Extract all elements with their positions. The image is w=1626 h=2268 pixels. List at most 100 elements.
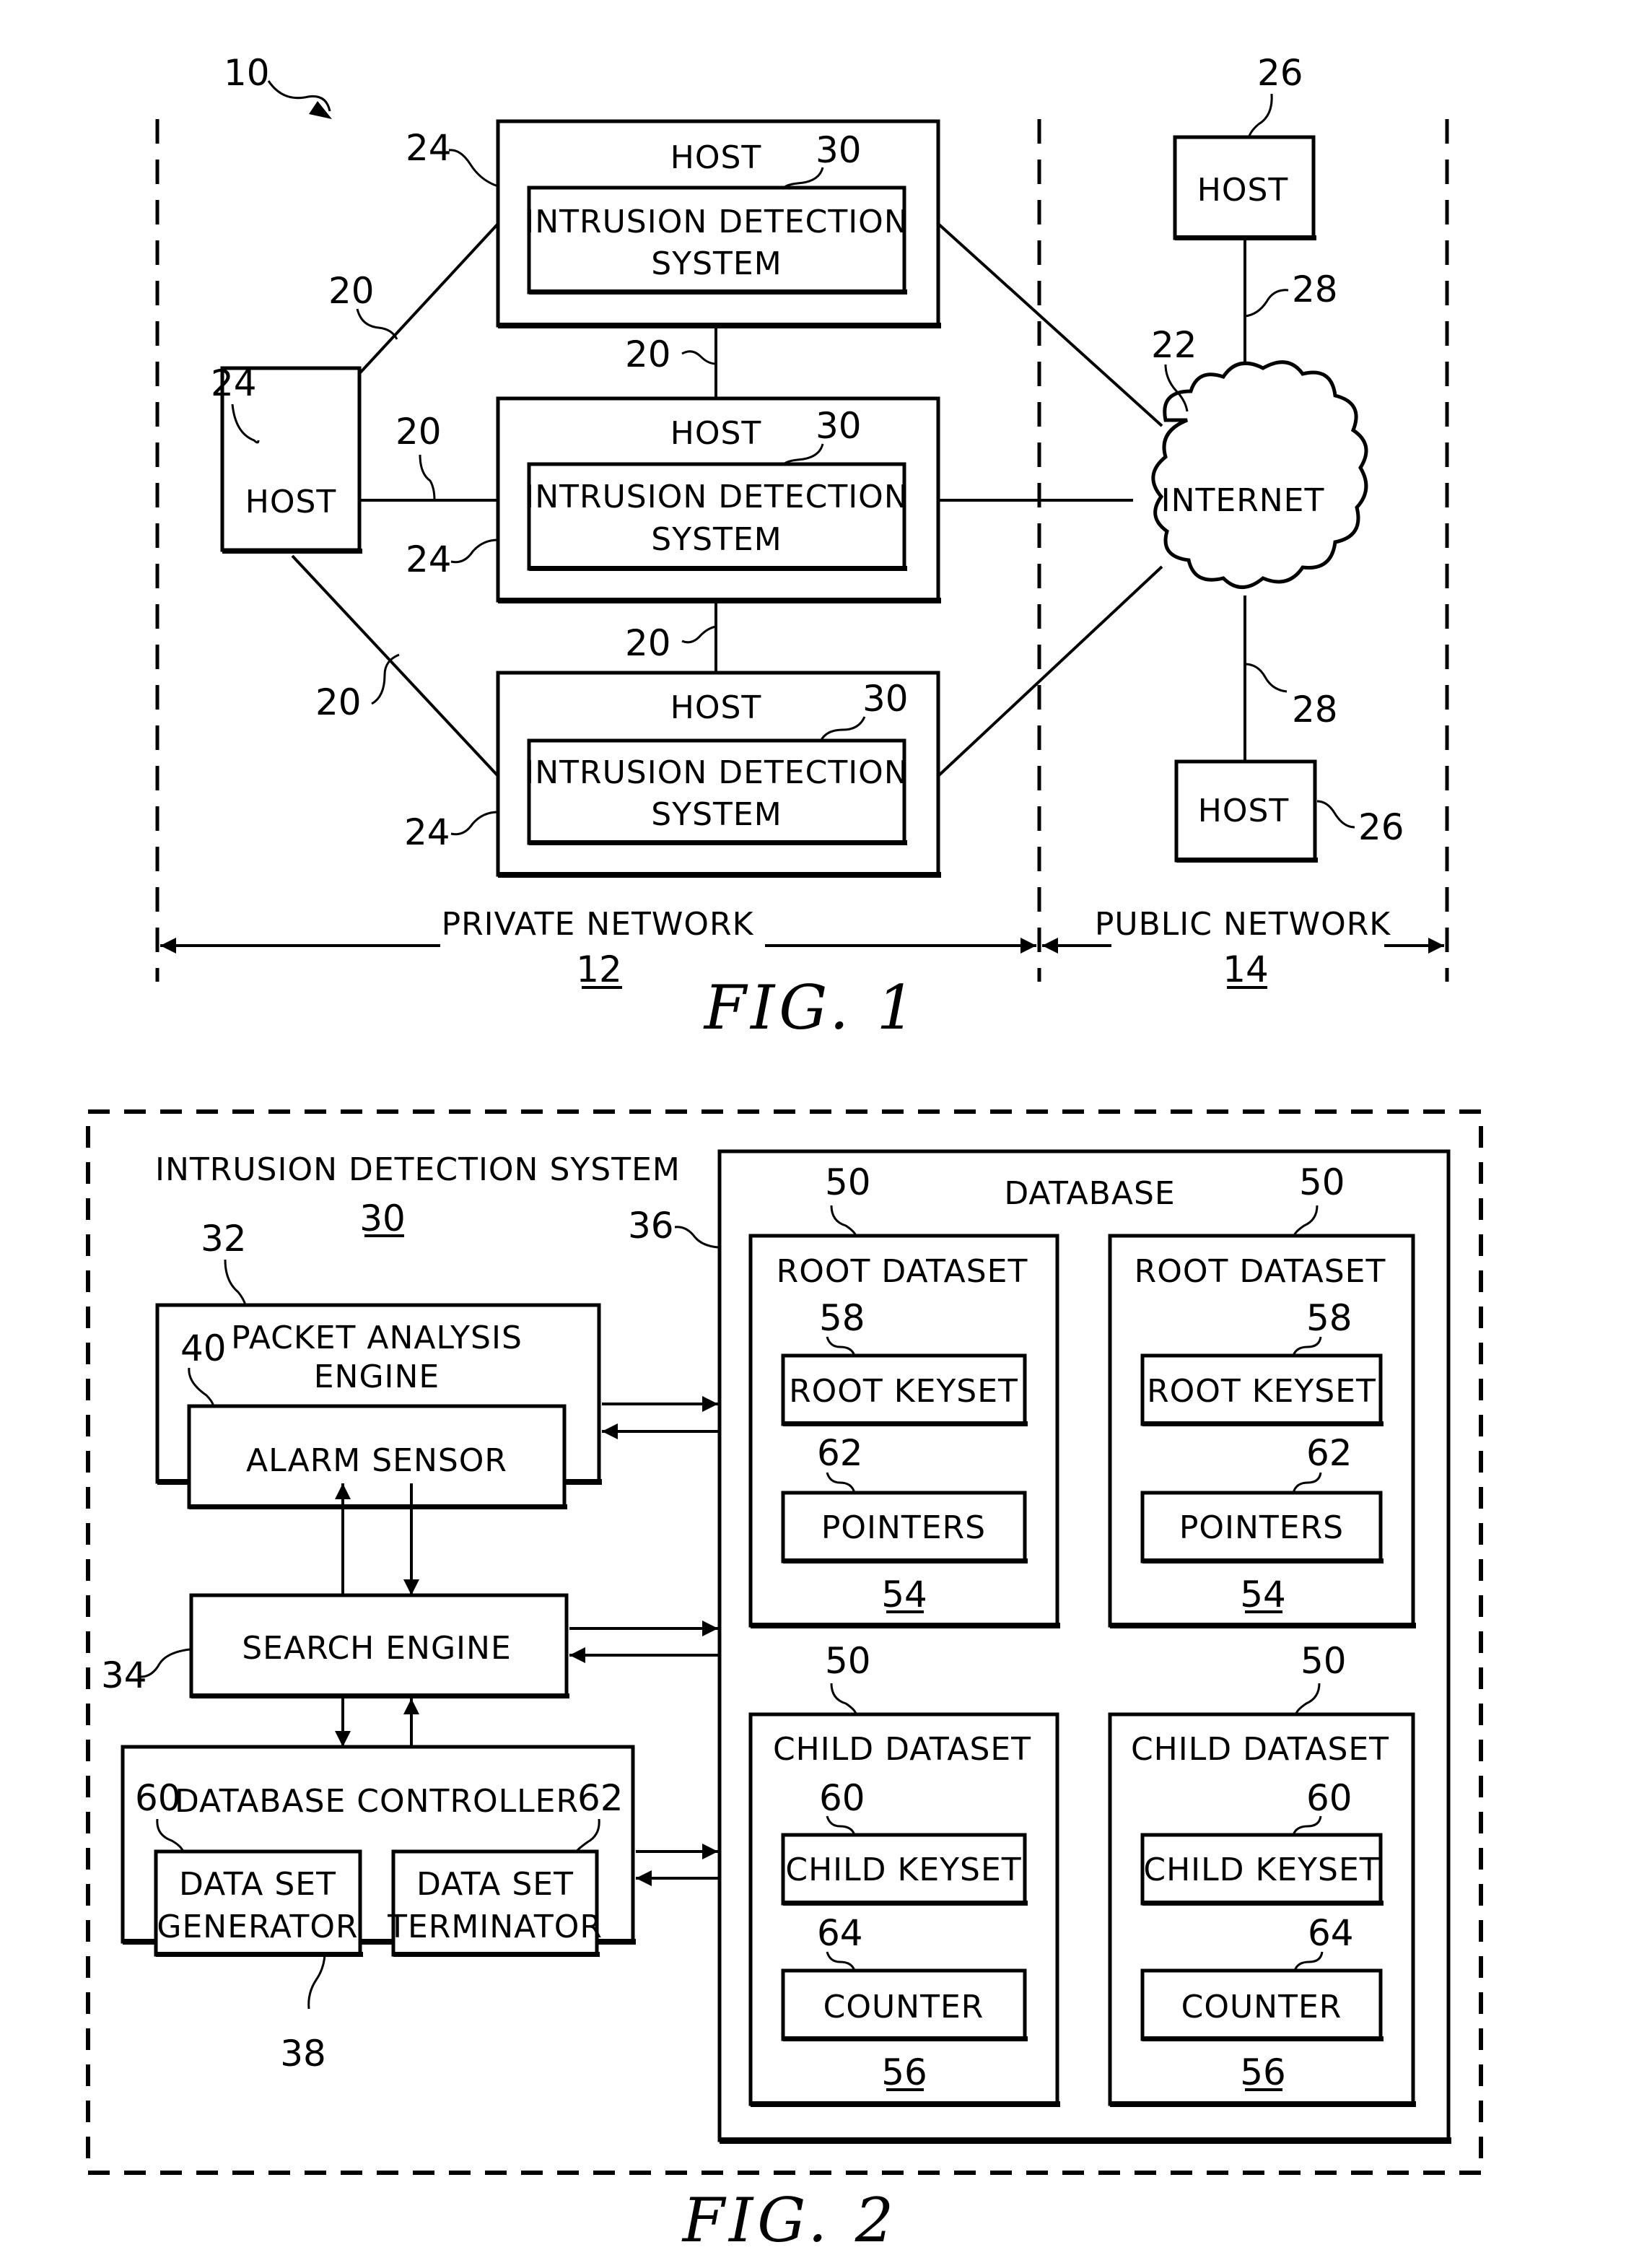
figure-2: INTRUSION DETECTION SYSTEM 30 PACKET ANA… <box>86 1109 1483 2256</box>
public-host-ref: 26 <box>1257 52 1303 94</box>
figure-1-caption: FIG. 1 <box>703 972 919 1043</box>
root-keyset-label: ROOT KEYSET <box>789 1373 1018 1410</box>
public-host-label: HOST <box>1197 172 1289 209</box>
packet-engine-ref-leader <box>224 1259 247 1306</box>
left-host-label: HOST <box>245 484 337 520</box>
child-keyset-ref: 60 <box>819 1777 865 1819</box>
root-dataset-label: ROOT DATASET <box>1135 1253 1386 1290</box>
terminator-line1: DATA SET <box>416 1866 574 1903</box>
packet-engine-line2: ENGINE <box>314 1358 440 1395</box>
generator-line1: DATA SET <box>179 1866 336 1903</box>
host-ref-leader <box>450 538 499 564</box>
private-host-1: HOST INTRUSION DETECTION SYSTEM 30 24 <box>406 119 941 328</box>
public-link-ref: 28 <box>1292 689 1338 730</box>
packet-engine-ref: 32 <box>201 1218 247 1260</box>
internet-label: INTERNET <box>1161 482 1325 519</box>
child-keyset-label: CHILD KEYSET <box>1143 1852 1379 1888</box>
search-engine-ref: 34 <box>101 1654 147 1696</box>
host-ref-leader <box>450 811 499 836</box>
database-ref-leader <box>674 1226 719 1249</box>
ids-title: INTRUSION DETECTION SYSTEM <box>155 1151 681 1188</box>
search-engine-ref-leader <box>140 1648 191 1678</box>
link-ref-leader <box>419 454 436 501</box>
internet-ref: 22 <box>1151 324 1197 366</box>
public-host-ref: 26 <box>1358 806 1404 848</box>
pointers-label: POINTERS <box>821 1509 986 1546</box>
packet-engine-line1: PACKET ANALYSIS <box>231 1320 523 1356</box>
root-keyset-ref: 58 <box>819 1297 865 1339</box>
host-ref-leader <box>448 149 499 188</box>
search-engine: SEARCH ENGINE 34 <box>101 1593 569 1698</box>
ids-label-line1: INTRUSION DETECTION <box>525 479 908 515</box>
link-ref: 20 <box>328 270 375 312</box>
link-ref: 20 <box>625 333 671 375</box>
database-controller-ref: 38 <box>280 2033 326 2075</box>
root-dataset-ref: 50 <box>825 1161 871 1203</box>
left-host: HOST 24 <box>211 362 362 554</box>
database-controller-label: DATABASE CONTROLLER <box>175 1783 579 1820</box>
link-left-to-host-3 <box>291 554 499 777</box>
ids-label-line2: SYSTEM <box>651 796 782 833</box>
generator-line2: GENERATOR <box>157 1909 358 1945</box>
packet-analysis-engine: PACKET ANALYSIS ENGINE 32 ALARM SENSOR 4… <box>155 1218 602 1509</box>
link-ref-leader <box>681 625 717 644</box>
host-ref: 24 <box>406 127 452 169</box>
ids-ref: 30 <box>862 678 909 720</box>
left-host-ref: 24 <box>211 362 257 404</box>
public-link-ref: 28 <box>1292 269 1338 310</box>
root-dataset-label: ROOT DATASET <box>777 1253 1028 1290</box>
database-ref: 36 <box>628 1205 674 1247</box>
root-keyset-ref: 58 <box>1306 1297 1352 1339</box>
child-dataset-ref: 50 <box>1301 1640 1347 1682</box>
link-ref-leader <box>356 308 398 340</box>
root-dataset-id: 54 <box>881 1574 927 1615</box>
counter-ref: 64 <box>1308 1912 1354 1954</box>
root-dataset-id: 54 <box>1240 1574 1286 1615</box>
alarm-sensor-label: ALARM SENSOR <box>246 1442 507 1479</box>
internet-cloud: INTERNET 22 <box>1151 324 1368 589</box>
child-dataset-label: CHILD DATASET <box>773 1731 1031 1768</box>
figure-1: 10 HOST 24 HOST INTRUSION DETECTION SYST… <box>155 52 1449 1043</box>
child-keyset-ref: 60 <box>1306 1777 1352 1819</box>
ref-10: 10 <box>224 52 270 94</box>
counter-label: COUNTER <box>1181 1989 1342 2025</box>
host-ref: 24 <box>404 811 450 853</box>
host-label: HOST <box>670 139 762 176</box>
child-dataset-label: CHILD DATASET <box>1131 1731 1389 1768</box>
ids-ref: 30 <box>816 129 862 171</box>
private-network-label: PRIVATE NETWORK <box>442 906 754 943</box>
ids-label-line2: SYSTEM <box>651 521 782 558</box>
child-dataset-id: 56 <box>881 2051 927 2093</box>
database-label: DATABASE <box>1004 1175 1175 1212</box>
public-host-ref-leader <box>1316 800 1355 829</box>
private-host-3: HOST INTRUSION DETECTION SYSTEM 30 24 <box>404 671 941 878</box>
link-ref-leader <box>681 350 717 365</box>
link-host-1-to-internet <box>937 222 1163 427</box>
root-keyset-label: ROOT KEYSET <box>1147 1373 1376 1410</box>
child-keyset-label: CHILD KEYSET <box>785 1852 1021 1888</box>
public-link-ref-leader <box>1244 663 1288 693</box>
terminator-line2: TERMINATOR <box>387 1909 603 1945</box>
public-host-ref-leader <box>1247 93 1273 139</box>
link-ref-leader <box>371 653 400 705</box>
search-engine-label: SEARCH ENGINE <box>242 1630 512 1667</box>
host-ref: 24 <box>406 538 452 580</box>
counter-label: COUNTER <box>823 1989 984 2025</box>
pointers-label: POINTERS <box>1179 1509 1344 1546</box>
host-label: HOST <box>670 415 762 452</box>
patent-drawing: 10 HOST 24 HOST INTRUSION DETECTION SYST… <box>86 52 1483 2256</box>
ids-ref: 30 <box>359 1198 406 1239</box>
link-ref: 20 <box>315 681 362 723</box>
root-dataset-ref: 50 <box>1299 1161 1345 1203</box>
public-host-2: HOST 26 28 <box>1174 663 1404 863</box>
public-network-ref: 14 <box>1223 948 1269 990</box>
counter-ref: 64 <box>817 1912 863 1954</box>
pointers-ref: 62 <box>1306 1432 1352 1474</box>
private-network-ref: 12 <box>576 948 622 990</box>
public-link-ref-leader <box>1244 289 1289 318</box>
alarm-sensor-ref: 40 <box>180 1327 227 1369</box>
figure-2-caption: FIG. 2 <box>681 2185 898 2256</box>
child-dataset-id: 56 <box>1240 2051 1286 2093</box>
link-ref: 20 <box>625 622 671 664</box>
public-host-1: HOST 26 28 <box>1173 52 1338 318</box>
